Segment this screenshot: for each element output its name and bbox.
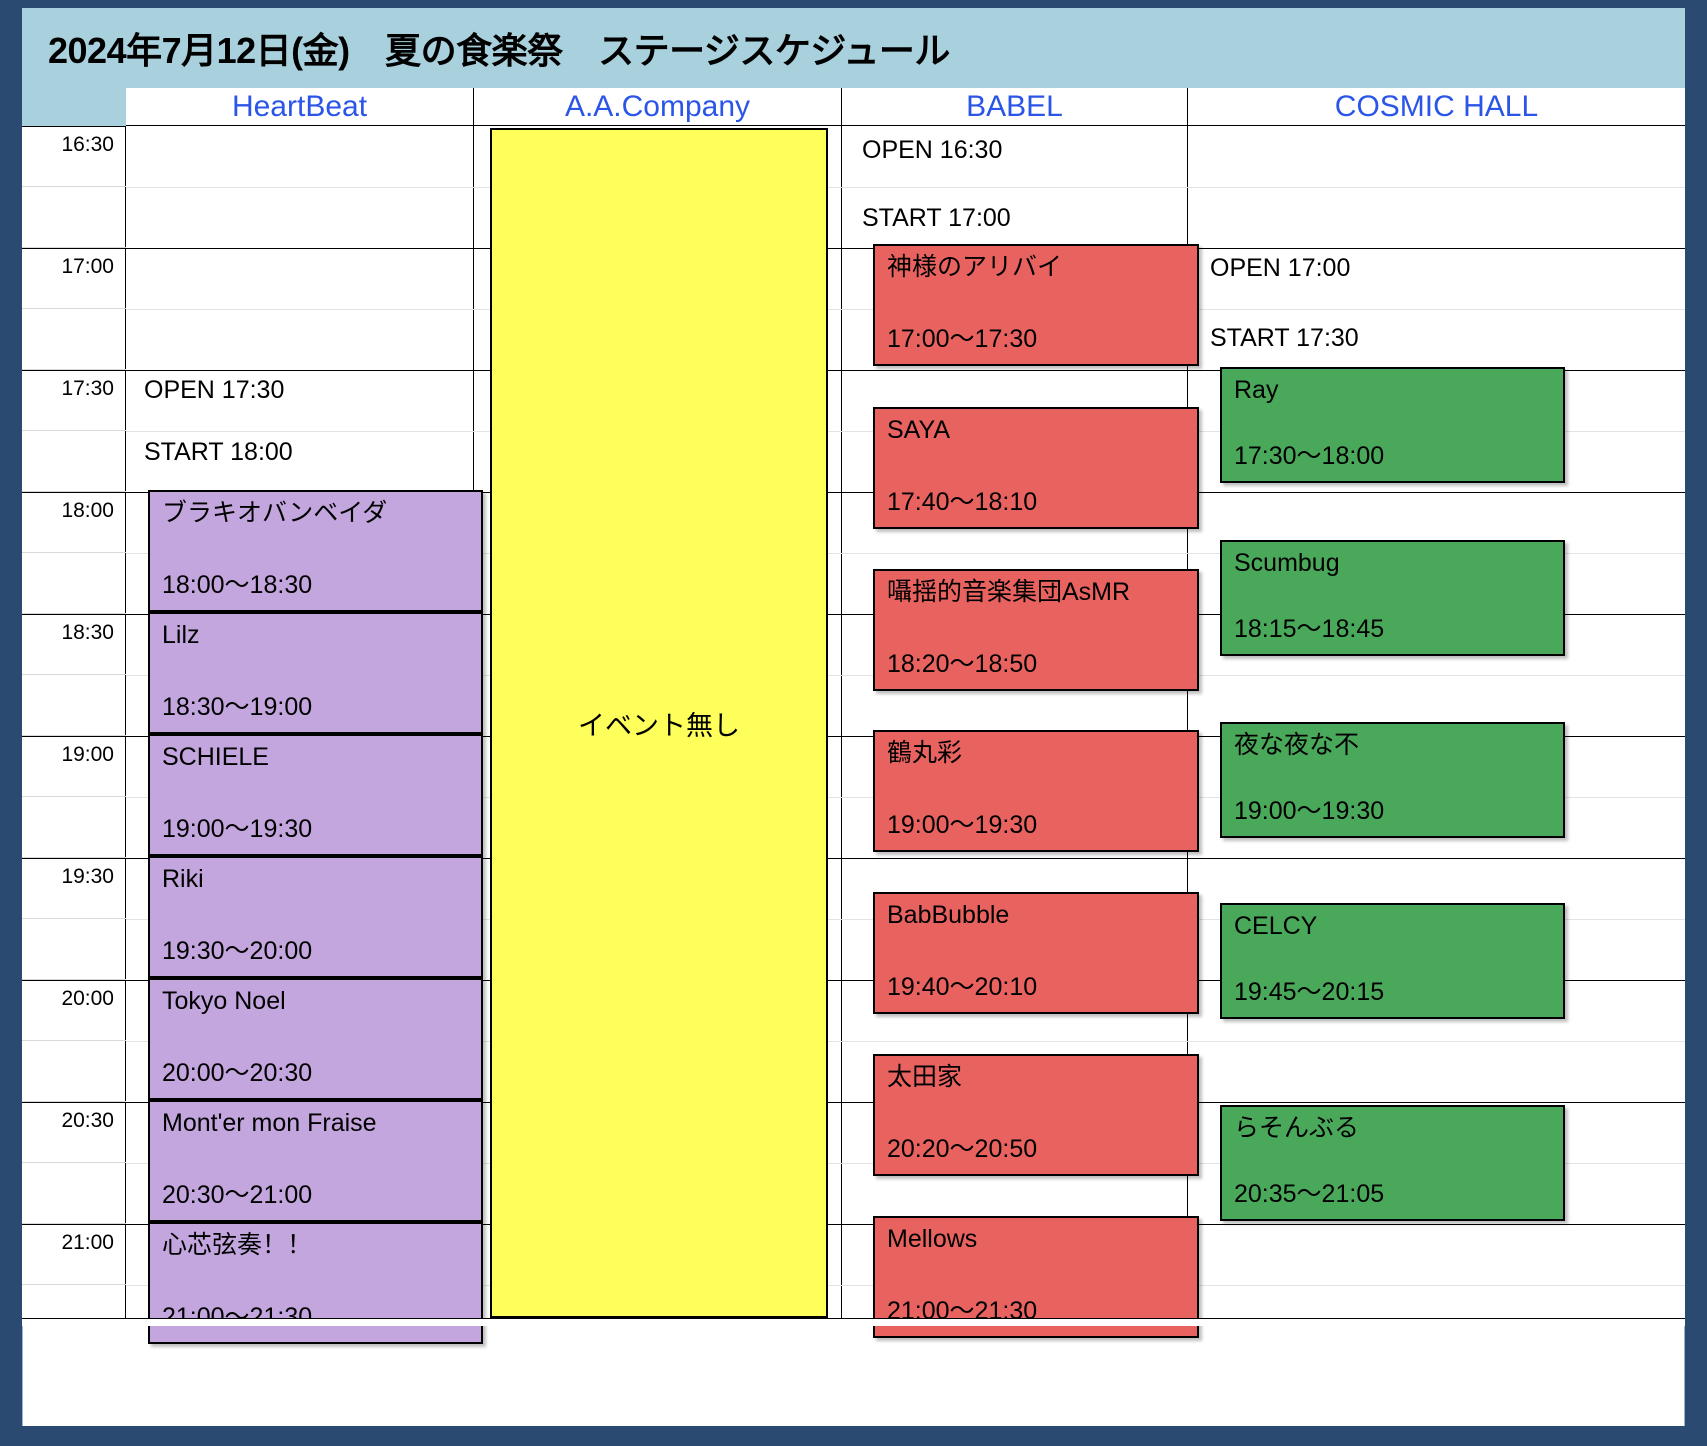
page-title: 2024年7月12日(金) 夏の食楽祭 ステージスケジュール xyxy=(48,30,950,71)
heartbeat-open-note: OPEN 17:30 xyxy=(144,376,285,404)
schedule-grid: 16:30 17:00 17:30 18:00 18:30 19:00 19:3… xyxy=(22,126,1685,1344)
event-block[interactable]: らそんぶる 20:35〜21:05 xyxy=(1220,1105,1565,1221)
event-block[interactable]: Riki 19:30〜20:00 xyxy=(148,856,483,978)
event-time: 20:35〜21:05 xyxy=(1234,1180,1385,1208)
event-name: 太田家 xyxy=(887,1063,963,1091)
event-block[interactable]: Tokyo Noel 20:00〜20:30 xyxy=(148,978,483,1100)
cosmichall-open-note: OPEN 17:00 xyxy=(1210,254,1351,282)
stage-header-babel: BABEL xyxy=(842,88,1188,126)
time-label-2045 xyxy=(22,1163,126,1224)
stage-header-cosmichall: COSMIC HALL xyxy=(1188,88,1685,126)
time-label-1815 xyxy=(22,553,126,614)
event-name: BabBubble xyxy=(887,901,1010,929)
event-time: 19:45〜20:15 xyxy=(1234,978,1385,1006)
event-block[interactable]: Ray 17:30〜18:00 xyxy=(1220,367,1565,483)
event-name: SAYA xyxy=(887,416,950,444)
stage-header-label: HeartBeat xyxy=(231,89,368,123)
time-label-1700: 17:00 xyxy=(22,248,126,309)
time-label-1945 xyxy=(22,919,126,980)
event-name: Mont'er mon Fraise xyxy=(162,1109,377,1137)
event-block[interactable]: ブラキオバンベイダ 18:00〜18:30 xyxy=(148,490,483,612)
event-name: Ray xyxy=(1234,376,1279,404)
event-time: 18:15〜18:45 xyxy=(1234,615,1385,643)
time-label-1800: 18:00 xyxy=(22,492,126,553)
event-name: CELCY xyxy=(1234,912,1318,940)
stage-header-aacompany: A.A.Company xyxy=(474,88,842,126)
event-time: 20:00〜20:30 xyxy=(162,1059,313,1087)
event-time: 18:20〜18:50 xyxy=(887,650,1038,678)
no-event-block[interactable]: イベント無し xyxy=(490,128,828,1318)
schedule-page: 2024年7月12日(金) 夏の食楽祭 ステージスケジュール HeartBeat… xyxy=(0,0,1707,1446)
event-block[interactable]: SAYA 17:40〜18:10 xyxy=(873,407,1199,529)
time-label-2000: 20:00 xyxy=(22,980,126,1041)
event-block[interactable]: Scumbug 18:15〜18:45 xyxy=(1220,540,1565,656)
time-label-2030: 20:30 xyxy=(22,1102,126,1163)
time-label-2100: 21:00 xyxy=(22,1224,126,1285)
time-label-1900: 19:00 xyxy=(22,736,126,797)
grid-rule-half xyxy=(126,187,1685,188)
event-block[interactable]: BabBubble 19:40〜20:10 xyxy=(873,892,1199,1014)
heartbeat-start-note: START 18:00 xyxy=(144,438,293,466)
time-label-1715 xyxy=(22,309,126,370)
event-time: 21:00〜21:30 xyxy=(162,1303,313,1331)
event-name: 囁揺的音楽集団AsMR xyxy=(887,578,1131,606)
title-banner: 2024年7月12日(金) 夏の食楽祭 ステージスケジュール xyxy=(22,8,1685,88)
event-name: 心芯弦奏！！ xyxy=(162,1231,313,1259)
time-gutter-header xyxy=(22,88,126,126)
event-time: 19:00〜19:30 xyxy=(1234,797,1385,825)
event-time: 20:20〜20:50 xyxy=(887,1135,1038,1163)
event-block[interactable]: CELCY 19:45〜20:15 xyxy=(1220,903,1565,1019)
event-block[interactable]: 鶴丸彩 19:00〜19:30 xyxy=(873,730,1199,852)
event-name: 神様のアリバイ xyxy=(887,253,1063,281)
stage-header-heartbeat: HeartBeat xyxy=(126,88,474,126)
event-time: 17:40〜18:10 xyxy=(887,488,1038,516)
event-block[interactable]: Mont'er mon Fraise 20:30〜21:00 xyxy=(148,1100,483,1222)
time-label-1730: 17:30 xyxy=(22,370,126,431)
time-gutter: 16:30 17:00 17:30 18:00 18:30 19:00 19:3… xyxy=(22,126,126,1318)
event-time: 19:00〜19:30 xyxy=(887,811,1038,839)
event-name: Tokyo Noel xyxy=(162,987,286,1015)
babel-open-note: OPEN 16:30 xyxy=(862,136,1003,164)
event-block[interactable]: 夜な夜な不 19:00〜19:30 xyxy=(1220,722,1565,838)
time-label-1830: 18:30 xyxy=(22,614,126,675)
event-time: 17:00〜17:30 xyxy=(887,325,1038,353)
event-name: 鶴丸彩 xyxy=(887,739,963,767)
event-block[interactable]: Lilz 18:30〜19:00 xyxy=(148,612,483,734)
event-block[interactable]: 囁揺的音楽集団AsMR 18:20〜18:50 xyxy=(873,569,1199,691)
event-name: 夜な夜な不 xyxy=(1234,731,1360,759)
event-block[interactable]: 太田家 20:20〜20:50 xyxy=(873,1054,1199,1176)
event-block[interactable]: SCHIELE 19:00〜19:30 xyxy=(148,734,483,856)
time-label-1930: 19:30 xyxy=(22,858,126,919)
time-label-1845 xyxy=(22,675,126,736)
event-name: らそんぶる xyxy=(1234,1114,1360,1142)
event-name: Mellows xyxy=(887,1225,978,1253)
event-name: ブラキオバンベイダ xyxy=(162,499,388,527)
time-label-2015 xyxy=(22,1041,126,1102)
event-block[interactable]: 神様のアリバイ 17:00〜17:30 xyxy=(873,244,1199,366)
event-name: Riki xyxy=(162,865,204,893)
no-event-label: イベント無し xyxy=(578,710,740,741)
stage-header-label: COSMIC HALL xyxy=(1334,89,1539,123)
event-time: 19:00〜19:30 xyxy=(162,815,313,843)
sheet-bottom-edge xyxy=(22,1318,1685,1326)
event-time: 18:30〜19:00 xyxy=(162,693,313,721)
event-name: Lilz xyxy=(162,621,200,649)
stage-header-label: A.A.Company xyxy=(564,89,751,123)
event-name: SCHIELE xyxy=(162,743,269,771)
time-label-1915 xyxy=(22,797,126,858)
event-name: Scumbug xyxy=(1234,549,1340,577)
event-time: 18:00〜18:30 xyxy=(162,571,313,599)
event-time: 19:30〜20:00 xyxy=(162,937,313,965)
cosmichall-start-note: START 17:30 xyxy=(1210,324,1359,352)
time-label-2115 xyxy=(22,1285,126,1346)
babel-start-note: START 17:00 xyxy=(862,204,1011,232)
stage-header-label: BABEL xyxy=(966,89,1063,123)
time-label-1645 xyxy=(22,187,126,248)
event-time: 17:30〜18:00 xyxy=(1234,442,1385,470)
event-time: 20:30〜21:00 xyxy=(162,1181,313,1209)
time-label-1630: 16:30 xyxy=(22,126,126,187)
time-label-1745 xyxy=(22,431,126,492)
event-time: 19:40〜20:10 xyxy=(887,973,1038,1001)
